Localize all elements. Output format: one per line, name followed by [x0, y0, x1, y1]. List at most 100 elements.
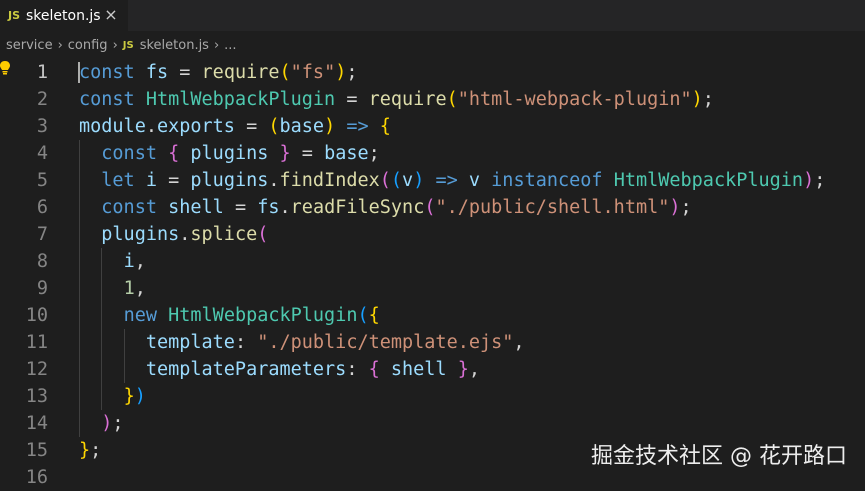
line-number: 6	[36, 197, 48, 218]
code-token: =	[168, 62, 202, 83]
code-line[interactable]: 3 module.exports = (base) => {	[0, 113, 865, 140]
code-line[interactable]: 1 const fs = require("fs");	[0, 59, 865, 86]
code-token: ,	[134, 278, 146, 299]
code-token: plugins	[190, 170, 269, 191]
code-token: let	[101, 170, 135, 191]
code-token: i	[123, 251, 135, 272]
line-number: 4	[36, 143, 48, 164]
code-line[interactable]: 6 const shell = fs.readFileSync("./publi…	[0, 194, 865, 221]
code-token: "./public/template.ejs"	[257, 332, 514, 353]
code-token: {	[368, 359, 380, 380]
breadcrumb-item-file[interactable]: skeleton.js	[140, 38, 209, 53]
code-token: :	[234, 332, 258, 353]
js-file-icon: JS	[122, 39, 134, 51]
line-number: 14	[25, 413, 48, 434]
code-token: )	[803, 170, 815, 191]
code-token: HtmlWebpackPlugin	[145, 89, 336, 110]
code-token: ,	[468, 359, 480, 380]
code-token: "fs"	[290, 62, 336, 83]
code-editor[interactable]: 1 const fs = require("fs"); 2 const HtmlWeb…	[0, 59, 865, 488]
code-token: )	[324, 116, 336, 137]
code-token: =>	[435, 170, 458, 191]
code-text: const HtmlWebpackPlugin = require("html-…	[79, 86, 714, 113]
code-text: templateParameters: { shell },	[79, 356, 480, 383]
code-token: v	[468, 170, 481, 191]
code-token: =>	[346, 116, 369, 137]
code-token: new	[123, 305, 157, 326]
code-token: .	[179, 224, 191, 245]
code-token: exports	[156, 116, 235, 137]
code-token: ;	[814, 170, 826, 191]
code-token: =	[156, 170, 191, 191]
code-line[interactable]: 13 })	[0, 383, 865, 410]
tab-bar: JS skeleton.js ×	[0, 0, 865, 31]
code-token: require	[368, 89, 447, 110]
code-text: );	[79, 410, 123, 437]
code-token: v	[402, 170, 414, 191]
tab-skeleton-js[interactable]: JS skeleton.js ×	[0, 0, 128, 31]
code-token: =	[234, 116, 269, 137]
code-line[interactable]: 7 plugins.splice(	[0, 221, 865, 248]
code-text: let i = plugins.findIndex((v) => v insta…	[79, 167, 825, 194]
code-token: .	[268, 170, 280, 191]
code-line[interactable]: 14 );	[0, 410, 865, 437]
code-line[interactable]: 9 1,	[0, 275, 865, 302]
line-number: 11	[25, 332, 48, 353]
code-token: (	[424, 197, 436, 218]
code-token: const	[101, 197, 157, 218]
code-token: (	[279, 62, 291, 83]
code-token: )	[691, 89, 703, 110]
close-icon[interactable]: ×	[102, 6, 120, 24]
js-file-icon: JS	[8, 9, 21, 22]
breadcrumb-ellipsis[interactable]: ...	[224, 38, 236, 53]
code-token: const	[79, 62, 135, 83]
breadcrumb: service › config › JS skeleton.js › ...	[0, 31, 865, 59]
code-line[interactable]: 4 const { plugins } = base;	[0, 140, 865, 167]
code-token: instanceof	[491, 170, 603, 191]
code-token: )	[413, 170, 425, 191]
code-token: fs	[145, 62, 169, 83]
code-token: (	[446, 89, 458, 110]
code-text: const { plugins } = base;	[79, 140, 380, 167]
code-token: (	[357, 305, 369, 326]
code-token: :	[346, 359, 369, 380]
code-token: plugins	[101, 224, 180, 245]
code-token: ;	[368, 143, 380, 164]
breadcrumb-item-config[interactable]: config	[68, 38, 108, 53]
code-token: (	[268, 116, 280, 137]
line-number: 1	[36, 62, 48, 83]
code-token: ;	[680, 197, 692, 218]
code-token: )	[669, 197, 681, 218]
breadcrumb-item-service[interactable]: service	[6, 38, 53, 53]
code-token: HtmlWebpackPlugin	[168, 305, 358, 326]
code-token: ;	[346, 62, 358, 83]
line-number: 3	[36, 116, 48, 137]
indent-guide	[79, 140, 80, 437]
code-line[interactable]: 5 let i = plugins.findIndex((v) => v ins…	[0, 167, 865, 194]
code-line[interactable]: 8 i,	[0, 248, 865, 275]
code-text: const shell = fs.readFileSync("./public/…	[79, 194, 692, 221]
code-line[interactable]: 12 templateParameters: { shell },	[0, 356, 865, 383]
code-line[interactable]: 10 new HtmlWebpackPlugin({	[0, 302, 865, 329]
code-text: template: "./public/template.ejs",	[79, 329, 525, 356]
code-line[interactable]: 11 template: "./public/template.ejs",	[0, 329, 865, 356]
code-token: =	[335, 89, 369, 110]
code-token: {	[368, 305, 380, 326]
line-number: 2	[36, 89, 48, 110]
code-token: i	[145, 170, 157, 191]
code-line[interactable]: 2 const HtmlWebpackPlugin = require("html…	[0, 86, 865, 113]
chevron-right-icon: ›	[112, 37, 118, 53]
text-cursor	[78, 62, 80, 83]
